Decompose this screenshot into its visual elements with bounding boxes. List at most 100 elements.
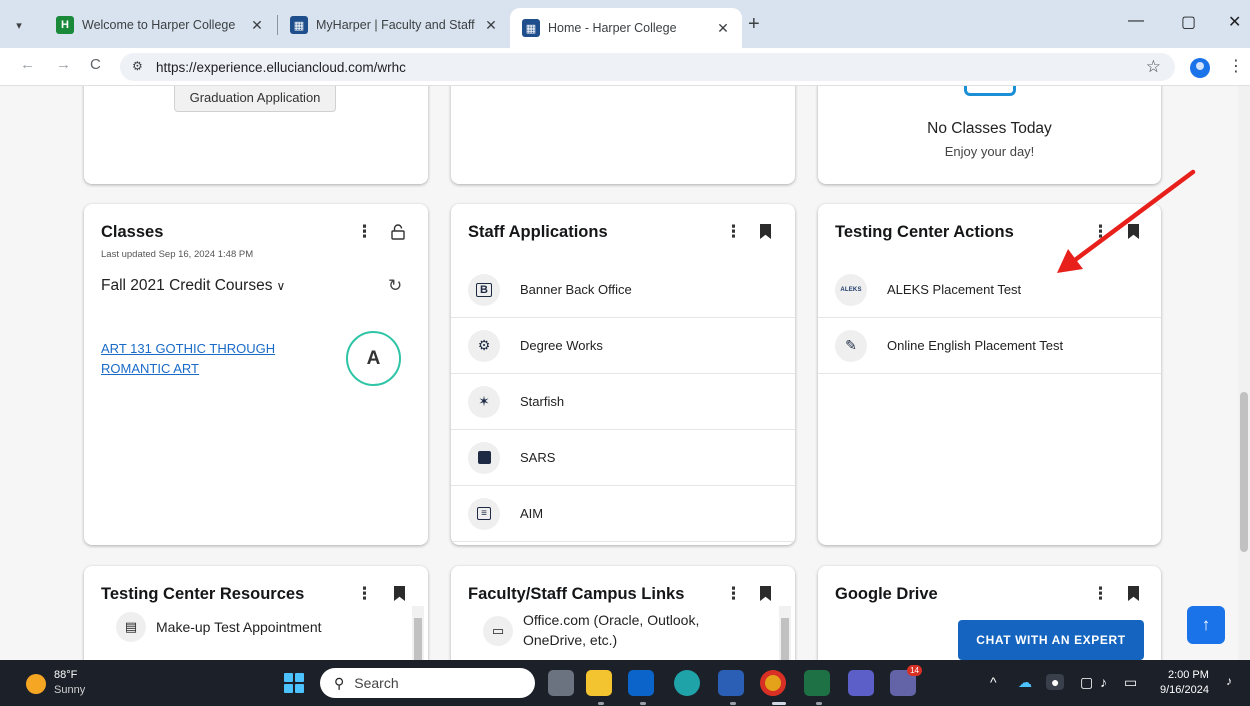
list-item[interactable]: ≡ AIM xyxy=(451,486,795,542)
no-classes-title: No Classes Today xyxy=(927,120,1052,137)
list-item[interactable]: ▭ Office.com (Oracle, Outlook, OneDrive,… xyxy=(483,610,753,650)
back-arrow-icon[interactable]: ← xyxy=(20,56,35,73)
testing-center-resources-card: Testing Center Resources ⋮ ▤ Make-up Tes… xyxy=(84,566,428,660)
staff-applications-card: Staff Applications ⋮ B Banner Back Offic… xyxy=(451,204,795,545)
address-bar[interactable]: ⚙ https://experience.elluciancloud.com/w… xyxy=(120,53,1175,81)
list-item[interactable]: B Banner Back Office xyxy=(451,262,795,318)
chat-with-expert-button[interactable]: CHAT WITH AN EXPERT xyxy=(958,620,1144,660)
teams-classic-icon[interactable]: 14 xyxy=(890,665,922,696)
onedrive-cloud-icon[interactable]: ☁ xyxy=(1018,674,1032,691)
card-title: Testing Center Resources xyxy=(101,585,305,603)
excel-icon[interactable] xyxy=(804,670,830,696)
pen-icon: ✎ xyxy=(835,329,867,362)
card-menu-icon[interactable]: ⋮ xyxy=(356,584,373,604)
reload-icon[interactable]: C xyxy=(90,56,101,73)
card-menu-icon[interactable]: ⋮ xyxy=(356,222,373,242)
forward-arrow-icon[interactable]: → xyxy=(56,56,71,73)
battery-icon[interactable]: ▭ xyxy=(1124,674,1137,691)
list-item[interactable]: SARS xyxy=(451,430,795,486)
card-title: Faculty/Staff Campus Links xyxy=(468,585,685,603)
bookmark-star-icon[interactable]: ☆ xyxy=(1146,57,1161,77)
card-scrollbar[interactable] xyxy=(779,606,791,660)
running-indicator xyxy=(640,702,646,705)
chrome-icon[interactable] xyxy=(760,670,786,696)
calendar-icon xyxy=(964,86,1016,96)
bookmark-icon[interactable] xyxy=(760,586,771,601)
notification-bell-icon[interactable]: ♪ xyxy=(1226,674,1232,688)
list-item[interactable]: ✎ Online English Placement Test xyxy=(818,318,1161,374)
bookmark-icon[interactable] xyxy=(1128,586,1139,601)
testing-center-actions-card: Testing Center Actions ⋮ ALEKS ALEKS Pla… xyxy=(818,204,1161,545)
window-close-icon[interactable]: ✕ xyxy=(1228,12,1241,32)
tab-close-icon[interactable]: ✕ xyxy=(480,17,502,34)
notification-badge: 14 xyxy=(907,665,922,676)
restore-icon[interactable]: ▢ xyxy=(1181,12,1196,32)
bookmark-icon[interactable] xyxy=(760,224,771,239)
running-indicator xyxy=(730,702,736,705)
tab-welcome-harper[interactable]: H Welcome to Harper College ✕ xyxy=(44,8,276,42)
tab-search-chevron-icon[interactable]: ▾ xyxy=(8,14,30,36)
tab-close-icon[interactable]: ✕ xyxy=(246,17,268,34)
bookmark-icon[interactable] xyxy=(1128,224,1139,239)
file-explorer-icon[interactable] xyxy=(586,670,612,696)
weather-description[interactable]: Sunny xyxy=(54,684,85,696)
staff-app-list: B Banner Back Office ⚙ Degree Works ✶ St… xyxy=(451,262,795,542)
edge-icon[interactable] xyxy=(674,670,700,696)
card-title: Google Drive xyxy=(835,585,938,603)
tab-home-harper[interactable]: ▦ Home - Harper College ✕ xyxy=(510,8,742,48)
card-menu-icon[interactable]: ⋮ xyxy=(725,584,742,604)
weather-temperature[interactable]: 88°F xyxy=(54,669,77,681)
tab-myharper[interactable]: ▦ MyHarper | Faculty and Staff ✕ xyxy=(278,8,510,42)
refresh-icon[interactable]: ↻ xyxy=(388,276,402,296)
microphone-icon[interactable]: ● xyxy=(1046,674,1065,690)
page-scrollbar[interactable] xyxy=(1238,86,1250,660)
speaker-icon[interactable]: ♪ xyxy=(1100,674,1107,690)
minimize-icon[interactable]: — xyxy=(1128,12,1144,30)
dashboard-content: Graduation Application No Classes Today … xyxy=(0,86,1250,660)
bookmark-icon[interactable] xyxy=(394,586,405,601)
classes-card: Classes ⋮ Last updated Sep 16, 2024 1:48… xyxy=(84,204,428,545)
profile-avatar-icon[interactable] xyxy=(1190,58,1210,78)
scroll-to-top-arrow-icon[interactable]: ↑ xyxy=(1187,606,1225,644)
list-item[interactable]: ⚙ Degree Works xyxy=(451,318,795,374)
windows-taskbar: 88°F Sunny ⚲ Search 14 ^ ☁ ● ▢ ♪ ▭ 2:00 … xyxy=(0,660,1250,706)
outlook-icon[interactable] xyxy=(628,670,654,696)
taskbar-clock[interactable]: 2:00 PM 9/16/2024 xyxy=(1160,668,1209,698)
chevron-up-icon[interactable]: ^ xyxy=(990,674,997,690)
card-menu-icon[interactable]: ⋮ xyxy=(1092,584,1109,604)
calendar-note-icon: ▤ xyxy=(116,612,146,642)
card-title: Testing Center Actions xyxy=(835,223,1014,241)
site-info-icon[interactable]: ⚙ xyxy=(132,59,143,73)
schedule-card: No Classes Today Enjoy your day! xyxy=(818,86,1161,184)
faculty-staff-links-card: Faculty/Staff Campus Links ⋮ ▭ Office.co… xyxy=(451,566,795,660)
aleks-logo-icon: ALEKS xyxy=(835,273,867,306)
windows-start-icon[interactable] xyxy=(284,673,304,693)
list-item[interactable]: ✶ Starfish xyxy=(451,374,795,430)
lock-icon[interactable] xyxy=(391,224,405,240)
last-updated-text: Last updated Sep 16, 2024 1:48 PM xyxy=(101,249,254,260)
grade-badge: A xyxy=(346,331,401,386)
course-link[interactable]: ART 131 GOTHIC THROUGH ROMANTIC ART xyxy=(101,339,311,379)
tab-close-icon[interactable]: ✕ xyxy=(712,20,734,37)
network-icon[interactable]: ▢ xyxy=(1080,674,1093,691)
task-view-icon[interactable] xyxy=(548,670,574,696)
card-menu-icon[interactable]: ⋮ xyxy=(725,222,742,242)
list-item[interactable]: ▤ Make-up Test Appointment xyxy=(116,612,322,642)
scrollbar-thumb[interactable] xyxy=(1240,392,1248,552)
ellucian-favicon-icon: ▦ xyxy=(290,16,308,34)
running-indicator xyxy=(772,702,786,705)
sun-icon[interactable] xyxy=(26,674,46,694)
browser-menu-icon[interactable]: ⋮ xyxy=(1228,56,1244,76)
teams-icon[interactable] xyxy=(848,670,874,696)
card-scrollbar[interactable] xyxy=(412,606,424,660)
new-tab-plus-icon[interactable]: + xyxy=(748,14,760,34)
taskbar-search-box[interactable]: ⚲ Search xyxy=(320,668,535,698)
aim-icon: ≡ xyxy=(468,497,500,530)
banner-b-icon: B xyxy=(468,273,500,306)
card-menu-icon[interactable]: ⋮ xyxy=(1092,222,1109,242)
graduation-application-button[interactable]: Graduation Application xyxy=(174,86,336,112)
card-title: Classes xyxy=(101,223,164,241)
word-icon[interactable] xyxy=(718,670,744,696)
term-dropdown[interactable]: Fall 2021 Credit Courses ∨ xyxy=(101,277,285,295)
list-item[interactable]: ALEKS ALEKS Placement Test xyxy=(818,262,1161,318)
